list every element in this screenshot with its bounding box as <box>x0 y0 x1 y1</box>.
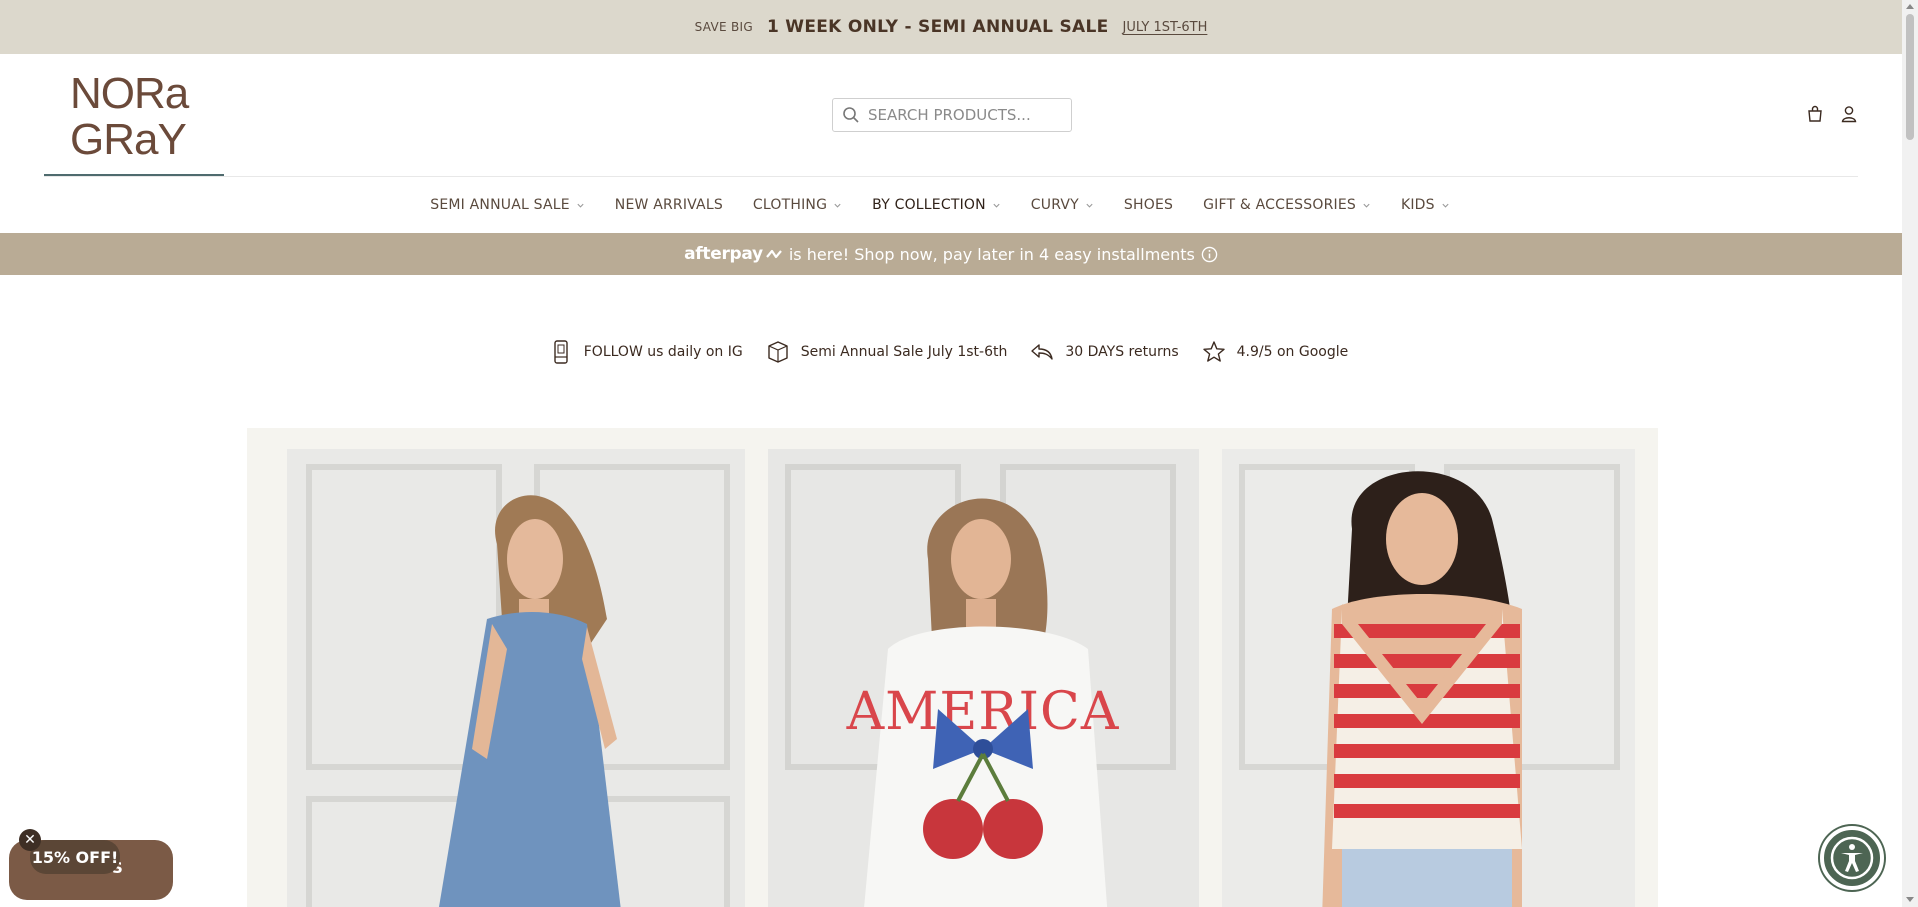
chevron-down-icon <box>1086 203 1093 208</box>
usp-follow-ig[interactable]: FOLLOW us daily on IG <box>548 339 743 365</box>
product-image-striped-vest <box>1222 449 1635 907</box>
logo-line-2: GRaY <box>70 115 186 160</box>
return-arrow-icon <box>1031 344 1054 360</box>
search-box[interactable] <box>832 98 1072 132</box>
chevron-down-icon <box>1363 203 1370 208</box>
nav-label: SHOES <box>1123 197 1174 213</box>
announcement-lead: SAVE BIG <box>694 20 753 34</box>
product-image-denim-dress <box>287 449 745 907</box>
scrollbar-thumb[interactable] <box>1906 14 1914 140</box>
close-icon[interactable]: ✕ <box>19 829 41 851</box>
product-card-striped-vest[interactable] <box>1222 449 1635 907</box>
usp-label: FOLLOW us daily on IG <box>583 344 743 360</box>
nav-label: KIDS <box>1400 197 1435 213</box>
announcement-bar: SAVE BIG 1 WEEK ONLY - SEMI ANNUAL SALE … <box>0 0 1902 54</box>
afterpay-loop-icon <box>765 249 782 259</box>
usp-semi-annual-sale: Semi Annual Sale July 1st-6th <box>765 339 1008 365</box>
search-icon <box>843 107 859 123</box>
product-gallery: AMERICA <box>247 428 1658 907</box>
product-card-america-sweatshirt[interactable]: AMERICA <box>768 449 1199 907</box>
usp-label: Semi Annual Sale July 1st-6th <box>800 344 1008 360</box>
scroll-down-arrow[interactable] <box>1906 897 1914 902</box>
chevron-down-icon <box>577 203 584 208</box>
nav-label: SEMI ANNUAL SALE <box>430 197 570 213</box>
site-header: NORa GRaY <box>0 54 1902 177</box>
chevron-down-icon <box>1442 203 1449 208</box>
usp-label: 30 DAYS returns <box>1065 344 1179 360</box>
info-icon[interactable] <box>1201 246 1218 263</box>
product-card-denim-dress[interactable] <box>287 449 745 907</box>
page-scrollbar[interactable] <box>1902 0 1918 907</box>
afterpay-logo: afterpay <box>684 244 783 264</box>
cart-icon[interactable] <box>1805 104 1825 124</box>
afterpay-banner: afterpay is here! Shop now, pay later in… <box>0 233 1902 275</box>
nav-label: NEW ARRIVALS <box>614 197 723 213</box>
accessibility-button[interactable] <box>1820 826 1884 890</box>
afterpay-message: is here! Shop now, pay later in 4 easy i… <box>788 244 1195 264</box>
product-image-america-sweatshirt: AMERICA <box>768 449 1199 907</box>
logo-link[interactable]: NORa GRaY <box>44 54 224 176</box>
logo-line-1: NORa <box>70 70 190 118</box>
nav-item-clothing[interactable]: CLOTHING <box>753 197 842 213</box>
scroll-up-arrow[interactable] <box>1906 4 1914 9</box>
chevron-down-icon <box>834 203 841 208</box>
usp-label: 4.9/5 on Google <box>1236 344 1349 360</box>
usp-row: FOLLOW us daily on IG Semi Annual Sale J… <box>0 335 1902 369</box>
announcement-link[interactable]: JULY 1ST-6TH <box>1123 20 1208 35</box>
nav-item-gift-accessories[interactable]: GIFT & ACCESSORIES <box>1203 197 1371 213</box>
account-icon[interactable] <box>1839 104 1859 124</box>
usp-returns: 30 DAYS returns <box>1029 339 1179 365</box>
nav-item-shoes[interactable]: SHOES <box>1124 197 1173 213</box>
nav-item-new-arrivals[interactable]: NEW ARRIVALS <box>615 197 723 213</box>
phone-icon <box>554 340 568 364</box>
nav-label: CLOTHING <box>752 197 828 213</box>
nav-label: BY COLLECTION <box>872 197 986 213</box>
discount-badge[interactable]: 15% OFF! <box>30 840 120 874</box>
nora-gray-logo: NORa GRaY <box>70 70 191 160</box>
afterpay-brand: afterpay <box>684 244 763 264</box>
box-icon <box>768 341 788 363</box>
nav-item-curvy[interactable]: CURVY <box>1031 197 1094 213</box>
main-nav: SEMI ANNUAL SALE NEW ARRIVALS CLOTHING B… <box>0 177 1902 233</box>
sweatshirt-print-text: AMERICA <box>846 682 1120 742</box>
nav-item-by-collection[interactable]: BY COLLECTION <box>872 197 1001 213</box>
nav-item-kids[interactable]: KIDS <box>1401 197 1450 213</box>
star-icon <box>1202 341 1225 362</box>
nav-label: GIFT & ACCESSORIES <box>1203 197 1356 213</box>
nav-label: CURVY <box>1030 197 1079 213</box>
nav-item-semi-annual-sale[interactable]: SEMI ANNUAL SALE <box>430 197 585 213</box>
chevron-down-icon <box>993 203 1000 208</box>
accessibility-icon <box>1830 836 1874 880</box>
usp-google-rating: 4.9/5 on Google <box>1201 339 1349 365</box>
announcement-headline: 1 WEEK ONLY - SEMI ANNUAL SALE <box>766 17 1109 37</box>
search-input[interactable] <box>868 106 1058 124</box>
